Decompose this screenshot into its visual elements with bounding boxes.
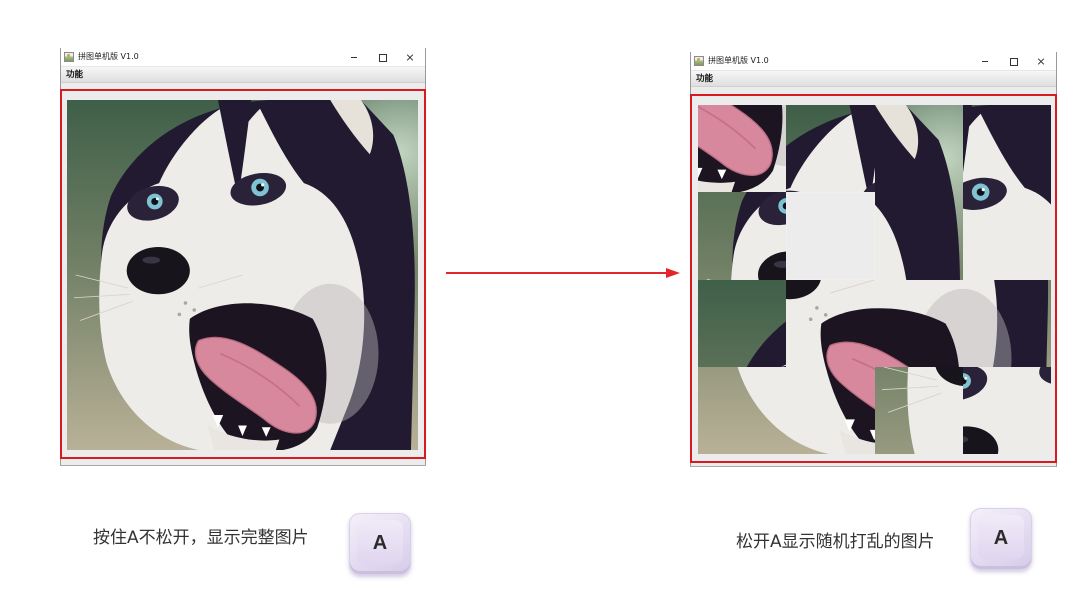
app-icon	[694, 56, 704, 66]
puzzle-window-shuffled: 拼图单机版 V1.0 功能	[690, 52, 1057, 467]
title-bar[interactable]: 拼图单机版 V1.0	[61, 48, 425, 66]
key-label: A	[993, 527, 1009, 549]
key-a-icon: A	[970, 508, 1032, 570]
close-icon[interactable]	[1036, 56, 1046, 66]
highlight-box	[690, 94, 1057, 463]
caption-hold-key: 按住A不松开，显示完整图片	[93, 528, 309, 548]
app-icon	[64, 52, 74, 62]
key-label: A	[372, 532, 388, 554]
minimize-icon[interactable]	[980, 56, 990, 66]
minimize-icon[interactable]	[349, 52, 359, 62]
maximize-icon[interactable]	[377, 52, 387, 62]
menu-bar: 功能	[691, 70, 1056, 87]
menu-function[interactable]: 功能	[66, 69, 83, 81]
caption-release-key: 松开A显示随机打乱的图片	[736, 532, 935, 552]
close-icon[interactable]	[405, 52, 415, 62]
window-title: 拼图单机版 V1.0	[708, 56, 769, 65]
key-a-icon: A	[349, 513, 411, 575]
puzzle-window-complete: 拼图单机版 V1.0 功能	[60, 48, 426, 466]
menu-bar: 功能	[61, 66, 425, 83]
highlight-box	[60, 89, 426, 459]
menu-function[interactable]: 功能	[696, 73, 713, 85]
title-bar[interactable]: 拼图单机版 V1.0	[691, 52, 1056, 70]
window-title: 拼图单机版 V1.0	[78, 52, 139, 61]
arrow-right-icon	[446, 268, 680, 278]
maximize-icon[interactable]	[1008, 56, 1018, 66]
